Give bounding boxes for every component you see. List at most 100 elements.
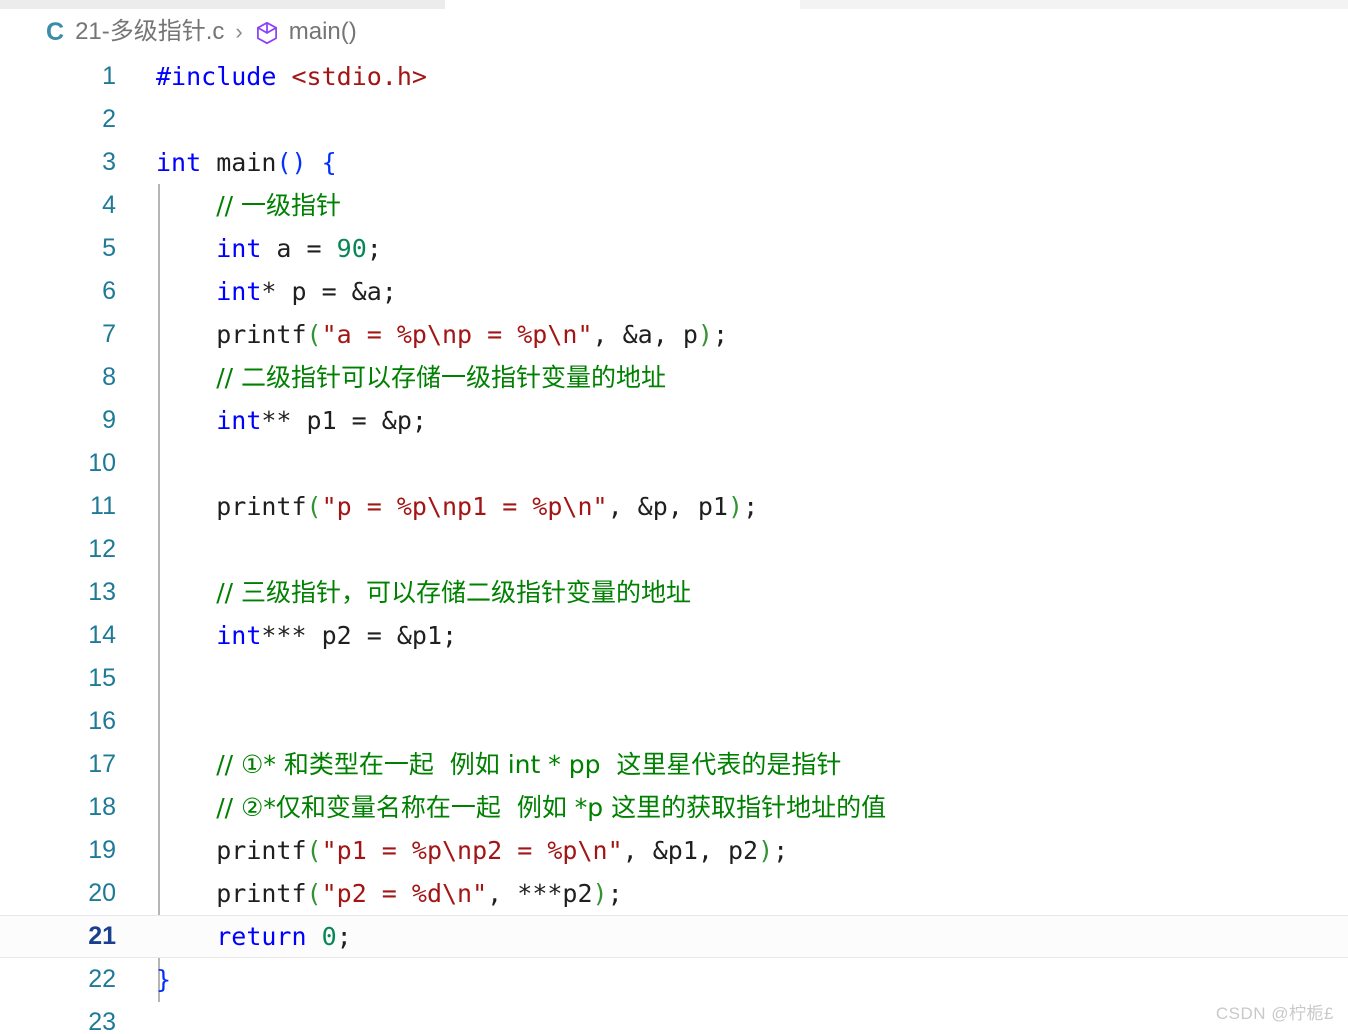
line-content[interactable]: int a = 90; [156, 227, 382, 270]
token-bracket-open: ( [306, 320, 322, 349]
line-content[interactable]: int** p1 = &p; [156, 399, 427, 442]
line-number: 2 [102, 105, 116, 133]
line-number: 15 [88, 664, 116, 692]
token-bracket-open: ( [306, 492, 322, 521]
editor-line[interactable]: 9 int** p1 = &p; [0, 399, 1348, 442]
editor-line[interactable]: 15 [0, 657, 1348, 700]
token-keyword-int: int [216, 621, 262, 650]
line-content[interactable]: printf("p1 = %p\np2 = %p\n", &p1, p2); [156, 829, 788, 872]
editor-line[interactable]: 8 // 二级指针可以存储一级指针变量的地址 [0, 356, 1348, 399]
line-content[interactable]: return 0; [156, 916, 352, 957]
token-declarator: * p = &a; [261, 277, 397, 306]
token-number: 90 [336, 234, 367, 263]
line-number: 3 [102, 148, 116, 176]
line-content[interactable]: printf("p2 = %d\n", ***p2); [156, 872, 623, 915]
editor-line[interactable]: 17 // ①* 和类型在一起 例如 int * pp 这里星代表的是指针 [0, 743, 1348, 786]
editor-line[interactable]: 3 int main() { [0, 141, 1348, 184]
token-keyword-int: int [216, 234, 262, 263]
tab-active-region[interactable] [445, 0, 800, 9]
line-number: 6 [102, 277, 116, 305]
editor-line[interactable]: 4 // 一级指针 [0, 184, 1348, 227]
token-semicolon: ; [607, 879, 623, 908]
token-string: "p2 = %d\n" [321, 879, 488, 908]
token-preprocessor: #include [156, 62, 277, 91]
symbol-method-cube-icon [254, 20, 280, 46]
line-number: 23 [88, 1008, 116, 1034]
breadcrumb-item-file[interactable]: C 21-多级指针.c [46, 18, 225, 45]
editor-line[interactable]: 20 printf("p2 = %d\n", ***p2); [0, 872, 1348, 915]
line-number: 8 [102, 363, 116, 391]
token-keyword-int: int [216, 277, 262, 306]
editor-line[interactable]: 11 printf("p = %p\np1 = %p\n", &p, p1); [0, 485, 1348, 528]
tab-inactive-region[interactable] [0, 0, 445, 9]
editor-line[interactable]: 19 printf("p1 = %p\np2 = %p\n", &p1, p2)… [0, 829, 1348, 872]
token-string: "p1 = %p\np2 = %p\n" [321, 836, 623, 865]
line-number: 9 [102, 406, 116, 434]
editor-line[interactable]: 23 [0, 1001, 1348, 1034]
token-bracket-brace-close: } [156, 965, 172, 994]
editor-line[interactable]: 7 printf("a = %p\np = %p\n", &a, p); [0, 313, 1348, 356]
line-content[interactable]: // 二级指针可以存储一级指针变量的地址 [156, 356, 666, 399]
line-number: 13 [88, 578, 116, 606]
token-bracket-open: ( [306, 836, 322, 865]
editor-line[interactable]: 1 #include <stdio.h> [0, 55, 1348, 98]
line-number: 16 [88, 707, 116, 735]
editor-line-active[interactable]: 21 return 0; [0, 915, 1348, 958]
token-semicolon: ; [336, 922, 352, 951]
code-editor[interactable]: 1 #include <stdio.h> 2 3 int main() { 4 … [0, 55, 1348, 1034]
token-keyword-int: int [216, 406, 262, 435]
editor-line[interactable]: 22 } [0, 958, 1348, 1001]
editor-line[interactable]: 6 int* p = &a; [0, 270, 1348, 313]
token-keyword-return: return [216, 922, 307, 951]
editor-line[interactable]: 13 // 三级指针，可以存储二级指针变量的地址 [0, 571, 1348, 614]
token-bracket-close: ) [728, 492, 744, 521]
line-content[interactable]: } [156, 958, 171, 1001]
line-content[interactable]: // 三级指针，可以存储二级指针变量的地址 [156, 571, 691, 614]
line-content[interactable]: int main() { [156, 141, 337, 184]
line-number: 14 [88, 621, 116, 649]
token-function-printf: printf [216, 879, 307, 908]
editor-line[interactable]: 5 int a = 90; [0, 227, 1348, 270]
breadcrumb-file-name: 21-多级指针.c [75, 18, 225, 45]
line-number: 1 [102, 62, 116, 90]
token-semicolon: ; [743, 492, 759, 521]
line-number: 12 [88, 535, 116, 563]
editor-line[interactable]: 18 // ②*仅和变量名称在一起 例如 *p 这里的获取指针地址的值 [0, 786, 1348, 829]
line-number: 17 [88, 750, 116, 778]
breadcrumb: C 21-多级指针.c › main() [0, 9, 1348, 55]
csdn-watermark: CSDN @柠栀£ [1215, 1004, 1334, 1023]
line-number: 10 [88, 449, 116, 477]
line-number: 5 [102, 234, 116, 262]
line-content[interactable]: #include <stdio.h> [156, 55, 427, 98]
editor-line[interactable]: 14 int*** p2 = &p1; [0, 614, 1348, 657]
token-comment: // ②*仅和变量名称在一起 例如 *p 这里的获取指针地址的值 [216, 793, 887, 822]
line-content[interactable]: printf("a = %p\np = %p\n", &a, p); [156, 313, 728, 356]
editor-line[interactable]: 2 [0, 98, 1348, 141]
line-number: 20 [88, 879, 116, 907]
token-arguments: , &p1, p2 [622, 836, 759, 865]
line-number: 19 [88, 836, 116, 864]
line-content[interactable]: // ②*仅和变量名称在一起 例如 *p 这里的获取指针地址的值 [156, 786, 886, 829]
line-content[interactable]: // ①* 和类型在一起 例如 int * pp 这里星代表的是指针 [156, 743, 841, 786]
line-content[interactable]: int* p = &a; [156, 270, 397, 313]
editor-line[interactable]: 10 [0, 442, 1348, 485]
token-identifier: a = [261, 234, 337, 263]
token-arguments: , &a, p [592, 320, 698, 349]
editor-line[interactable]: 12 [0, 528, 1348, 571]
line-number-active: 21 [88, 922, 116, 950]
line-number: 4 [102, 191, 116, 219]
breadcrumb-item-symbol[interactable]: main() [254, 19, 357, 45]
token-function-printf: printf [216, 492, 307, 521]
token-arguments: , ***p2 [487, 879, 593, 908]
line-content[interactable]: printf("p = %p\np1 = %p\n", &p, p1); [156, 485, 758, 528]
editor-line[interactable]: 16 [0, 700, 1348, 743]
token-bracket-close: ) [758, 836, 774, 865]
line-content[interactable]: int*** p2 = &p1; [156, 614, 457, 657]
token-declarator: *** p2 = &p1; [261, 621, 458, 650]
token-keyword-int: int [156, 148, 202, 177]
line-content[interactable]: // 一级指针 [156, 184, 341, 227]
token-semicolon: ; [773, 836, 789, 865]
